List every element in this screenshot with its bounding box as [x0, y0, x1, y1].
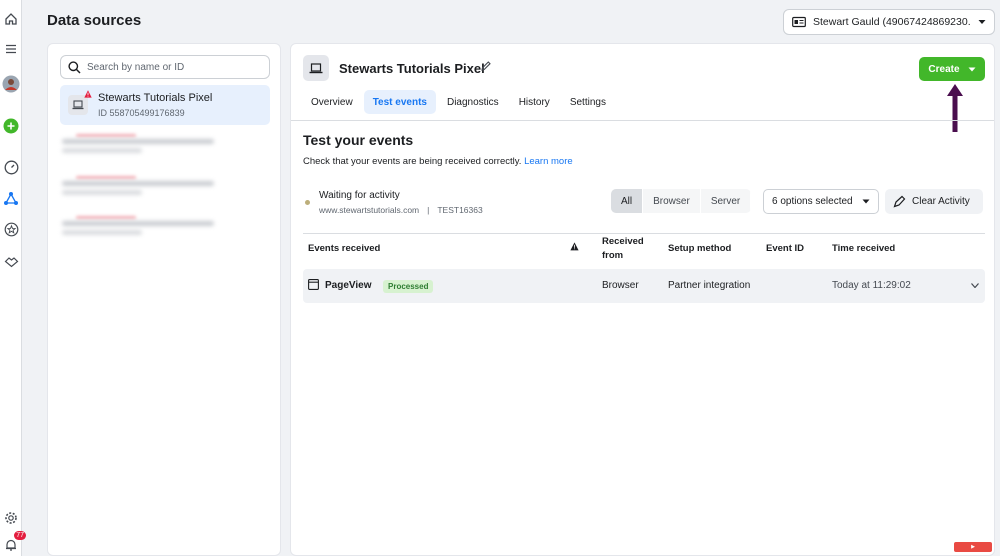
page-title: Data sources [47, 12, 142, 29]
search-box[interactable] [60, 55, 270, 79]
data-sources-panel: Stewarts Tutorials Pixel ID 558705499176… [47, 43, 281, 556]
tab-test-events[interactable]: Test events [363, 90, 436, 114]
tab-overview[interactable]: Overview [302, 90, 362, 114]
header-events-received: Events received [308, 243, 381, 254]
header-setup-method: Setup method [668, 243, 732, 254]
learn-more-link[interactable]: Learn more [524, 156, 573, 167]
data-sources-icon[interactable] [2, 190, 20, 208]
section-description: Check that your events are being receive… [303, 156, 573, 167]
blurred-list-item[interactable] [62, 176, 222, 196]
status-badge: Processed [383, 280, 434, 293]
laptop-icon [68, 95, 88, 115]
chevron-down-icon [862, 199, 870, 204]
pixel-name: Stewarts Tutorials Pixel [339, 61, 485, 76]
account-selector[interactable]: Stewart Gauld (49067424869230... [783, 9, 995, 35]
status-indicator [305, 200, 310, 205]
event-name: PageView [325, 280, 372, 291]
table-row[interactable]: PageView Processed Browser Partner integ… [303, 269, 985, 303]
pixel-detail-panel: Stewarts Tutorials Pixel Create Overview… [290, 43, 995, 556]
left-navigation-rail: 77 [0, 0, 26, 556]
expand-chevron-icon[interactable] [971, 283, 979, 288]
test-code: TEST16363 [437, 205, 483, 215]
source-filter: All Browser Server [611, 189, 752, 213]
data-source-name: Stewarts Tutorials Pixel [98, 92, 213, 104]
search-input[interactable] [87, 61, 257, 73]
table-divider [303, 233, 985, 234]
notifications-bell-icon[interactable]: 77 [2, 531, 26, 554]
warning-icon [570, 242, 579, 251]
menu-icon[interactable] [2, 40, 20, 58]
dashboard-gauge-icon[interactable] [2, 158, 20, 176]
filter-server-button[interactable]: Server [701, 189, 752, 213]
create-button[interactable]: Create [919, 57, 985, 81]
account-name: Stewart Gauld (49067424869230... [813, 16, 971, 28]
edit-pencil-icon[interactable] [480, 60, 492, 72]
star-icon[interactable] [2, 220, 20, 238]
annotation-arrow [947, 84, 963, 132]
setup-method-value: Partner integration [668, 280, 751, 291]
divider [291, 120, 994, 121]
section-title: Test your events [303, 132, 414, 148]
clear-activity-button[interactable]: Clear Activity [885, 189, 983, 214]
data-source-id: ID 558705499176839 [98, 108, 185, 118]
notification-count-badge: 77 [14, 531, 26, 540]
tab-settings[interactable]: Settings [561, 90, 615, 114]
settings-gear-icon[interactable] [2, 509, 20, 527]
tab-bar: Overview Test events Diagnostics History… [302, 90, 615, 116]
received-from-value: Browser [602, 280, 639, 291]
status-text: Waiting for activity [319, 190, 400, 201]
blurred-list-item[interactable] [62, 216, 222, 236]
business-account-icon [792, 16, 806, 28]
blurred-list-item[interactable] [62, 134, 222, 154]
status-details: www.stewartstutorials.com | TEST16363 [319, 205, 483, 215]
browser-window-icon [308, 279, 319, 290]
chevron-down-icon [978, 20, 986, 24]
tab-diagnostics[interactable]: Diagnostics [438, 90, 508, 114]
options-label: 6 options selected [772, 196, 853, 207]
header-received-from: Received from [602, 236, 644, 261]
search-icon [68, 60, 81, 74]
website-url: www.stewartstutorials.com [319, 205, 420, 215]
time-received-value: Today at 11:29:02 [832, 280, 911, 291]
partnership-icon[interactable] [2, 252, 20, 270]
avatar[interactable] [2, 75, 20, 93]
home-icon[interactable] [2, 10, 20, 28]
header-received-from-line2: from [602, 250, 624, 261]
warning-icon [84, 90, 92, 98]
filter-browser-button[interactable]: Browser [643, 189, 701, 213]
header-time-received: Time received [832, 243, 896, 254]
add-icon[interactable] [2, 117, 20, 135]
subscribe-watermark: ▶ [954, 542, 992, 552]
header-event-id: Event ID [766, 243, 805, 254]
data-source-item[interactable]: Stewarts Tutorials Pixel ID 558705499176… [60, 85, 270, 125]
chevron-down-icon [968, 67, 976, 71]
event-options-dropdown[interactable]: 6 options selected [763, 189, 879, 214]
create-button-label: Create [928, 63, 960, 75]
laptop-icon [303, 55, 329, 81]
description-text: Check that your events are being receive… [303, 156, 522, 167]
filter-all-button[interactable]: All [611, 189, 644, 213]
header-received-from-line1: Received [602, 236, 644, 247]
tab-history[interactable]: History [510, 90, 559, 114]
clear-activity-label: Clear Activity [912, 196, 970, 207]
megaphone-icon [893, 195, 906, 208]
